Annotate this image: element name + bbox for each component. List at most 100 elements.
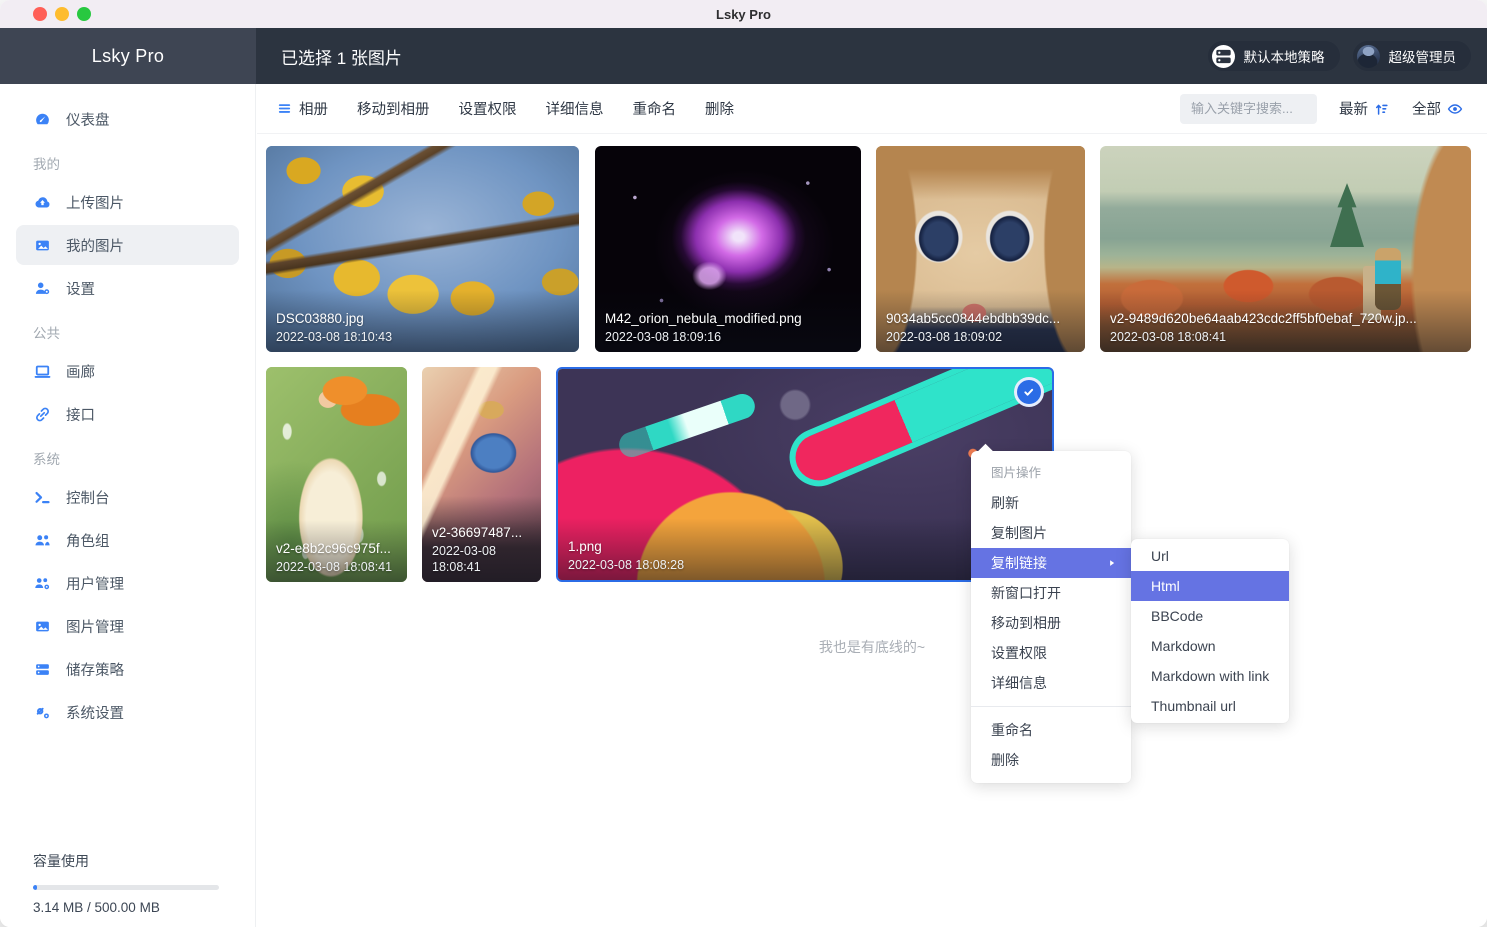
- toolbar-actions: 相册 移动到相册 设置权限 详细信息 重命名 删除: [277, 98, 763, 119]
- context-menu-item-copy-image[interactable]: 复制图片: [971, 518, 1131, 548]
- context-menu-item-open-new-window[interactable]: 新窗口打开: [971, 578, 1131, 608]
- sidebar-item-user-manage[interactable]: 用户管理: [16, 563, 239, 603]
- menu-item-label: 设置权限: [991, 643, 1047, 663]
- menu-item-label: 新窗口打开: [991, 583, 1061, 603]
- image-card[interactable]: 9034ab5cc0844ebdbb39dc...2022-03-08 18:0…: [876, 146, 1085, 352]
- sidebar-item-api[interactable]: 接口: [16, 394, 239, 434]
- upload-icon: [33, 193, 51, 211]
- zoom-button[interactable]: [77, 7, 91, 21]
- context-menu-item-refresh[interactable]: 刷新: [971, 488, 1131, 518]
- copy-link-submenu-items: Url Html BBCode Markdown Markdown with link T…: [1131, 541, 1289, 721]
- toolbar-action-delete[interactable]: 删除: [705, 98, 734, 119]
- image-upload-date: 2022-03-08 18:08:41: [276, 559, 399, 575]
- search-input[interactable]: [1180, 94, 1317, 124]
- toolbar-action-rename[interactable]: 重命名: [633, 98, 677, 119]
- console-icon: [33, 488, 51, 506]
- api-link-icon: [33, 405, 51, 423]
- sidebar-section-label: 公共: [33, 322, 222, 342]
- gallery-icon: [33, 362, 51, 380]
- server-icon: [1212, 45, 1235, 68]
- app-header: Lsky Pro 已选择 1 张图片 默认本地策略 超级管理员: [0, 28, 1487, 84]
- brand-logo[interactable]: Lsky Pro: [0, 28, 256, 84]
- image-upload-date: 2022-03-08 18:08:41: [432, 543, 533, 575]
- sidebar-item-image-manage[interactable]: 图片管理: [16, 606, 239, 646]
- window-title: Lsky Pro: [716, 7, 771, 22]
- sidebar-item-label: 储存策略: [66, 659, 124, 680]
- hamburger-icon: [277, 101, 292, 116]
- sidebar-section-label: 系统: [33, 448, 222, 468]
- storage-policy-pill[interactable]: 默认本地策略: [1208, 41, 1340, 71]
- submenu-item-label: Thumbnail url: [1151, 698, 1236, 714]
- menu-item-label: 重命名: [991, 720, 1033, 740]
- storage-progress-fill: [33, 885, 37, 890]
- context-menu-item-rename[interactable]: 重命名: [971, 715, 1131, 745]
- selected-check-badge: [1014, 377, 1044, 407]
- image-card[interactable]: v2-36697487...2022-03-08 18:08:41: [422, 367, 541, 582]
- submenu-item-markdown-with-link[interactable]: Markdown with link: [1131, 661, 1289, 691]
- sidebar-item-label: 仪表盘: [66, 109, 110, 130]
- submenu-item-bbcode[interactable]: BBCode: [1131, 601, 1289, 631]
- sidebar: 仪表盘我的上传图片我的图片设置公共画廊接口系统控制台角色组用户管理图片管理储存策…: [0, 84, 256, 927]
- app-window: Lsky Pro Lsky Pro 已选择 1 张图片 默认本地策略 超级管理员…: [0, 0, 1487, 927]
- sidebar-item-label: 画廊: [66, 361, 95, 382]
- sidebar-item-gallery[interactable]: 画廊: [16, 351, 239, 391]
- context-menu-item-delete[interactable]: 删除: [971, 745, 1131, 775]
- minimize-button[interactable]: [55, 7, 69, 21]
- submenu-arrow-icon: [1107, 558, 1117, 568]
- toolbar-action-albums[interactable]: 相册: [277, 98, 328, 119]
- sidebar-item-label: 用户管理: [66, 573, 124, 594]
- sidebar-item-settings[interactable]: 设置: [16, 268, 239, 308]
- image-upload-date: 2022-03-08 18:08:41: [1110, 329, 1463, 345]
- submenu-item-thumbnail-url[interactable]: Thumbnail url: [1131, 691, 1289, 721]
- submenu-item-markdown[interactable]: Markdown: [1131, 631, 1289, 661]
- close-button[interactable]: [33, 7, 47, 21]
- context-menu-item-copy-link[interactable]: 复制链接: [971, 548, 1131, 578]
- sidebar-item-label: 上传图片: [66, 192, 124, 213]
- toolbar-action-move-to-album[interactable]: 移动到相册: [357, 98, 430, 119]
- image-card-meta: 9034ab5cc0844ebdbb39dc...2022-03-08 18:0…: [886, 311, 1077, 345]
- sidebar-item-role-groups[interactable]: 角色组: [16, 520, 239, 560]
- sidebar-item-label: 角色组: [66, 530, 110, 551]
- submenu-item-label: Markdown: [1151, 638, 1216, 654]
- image-card[interactable]: M42_orion_nebula_modified.png2022-03-08 …: [595, 146, 861, 352]
- image-card[interactable]: DSC03880.jpg2022-03-08 18:10:43: [266, 146, 579, 352]
- sidebar-item-console[interactable]: 控制台: [16, 477, 239, 517]
- sidebar-item-label: 图片管理: [66, 616, 124, 637]
- context-menu-item-detail-info[interactable]: 详细信息: [971, 668, 1131, 698]
- toolbar-action-detail-info[interactable]: 详细信息: [546, 98, 604, 119]
- storage-usage-value: 3.14 MB / 500.00 MB: [33, 900, 219, 915]
- user-pill[interactable]: 超级管理员: [1353, 41, 1472, 71]
- sidebar-item-my-images[interactable]: 我的图片: [16, 225, 239, 265]
- sidebar-item-storage-policy[interactable]: 储存策略: [16, 649, 239, 689]
- toolbar-action-set-permission[interactable]: 设置权限: [459, 98, 517, 119]
- submenu-item-label: BBCode: [1151, 608, 1203, 624]
- sort-control[interactable]: 最新: [1339, 98, 1390, 119]
- sort-icon: [1374, 101, 1390, 117]
- menu-item-label: 详细信息: [991, 673, 1047, 693]
- image-card-meta: v2-36697487...2022-03-08 18:08:41: [432, 525, 533, 575]
- storage-usage-box: 容量使用 3.14 MB / 500.00 MB: [33, 851, 219, 915]
- submenu-item-label: Url: [1151, 548, 1169, 564]
- sidebar-item-system-settings[interactable]: 系统设置: [16, 692, 239, 732]
- visibility-filter[interactable]: 全部: [1412, 98, 1463, 119]
- submenu-item-url[interactable]: Url: [1131, 541, 1289, 571]
- toolbar-action-label: 重命名: [633, 98, 677, 119]
- sidebar-item-dashboard[interactable]: 仪表盘: [16, 99, 239, 139]
- menu-item-label: 复制链接: [991, 553, 1047, 573]
- image-filename: v2-9489d620be64aab423cdc2ff5bf0ebaf_720w…: [1110, 311, 1463, 326]
- sidebar-item-label: 设置: [66, 278, 95, 299]
- sidebar-item-upload-images[interactable]: 上传图片: [16, 182, 239, 222]
- users-manage-icon: [33, 574, 51, 592]
- context-menu-item-set-permission[interactable]: 设置权限: [971, 638, 1131, 668]
- check-icon: [1022, 385, 1036, 399]
- menu-item-label: 复制图片: [991, 523, 1047, 543]
- eye-icon: [1447, 101, 1463, 117]
- image-card[interactable]: v2-e8b2c96c975f...2022-03-08 18:08:41: [266, 367, 407, 582]
- image-upload-date: 2022-03-08 18:09:02: [886, 329, 1077, 345]
- avatar: [1357, 45, 1380, 68]
- submenu-item-html[interactable]: Html: [1131, 571, 1289, 601]
- image-filename: DSC03880.jpg: [276, 311, 571, 326]
- image-upload-date: 2022-03-08 18:09:16: [605, 329, 853, 345]
- context-menu-item-move-to-album[interactable]: 移动到相册: [971, 608, 1131, 638]
- image-card[interactable]: v2-9489d620be64aab423cdc2ff5bf0ebaf_720w…: [1100, 146, 1471, 352]
